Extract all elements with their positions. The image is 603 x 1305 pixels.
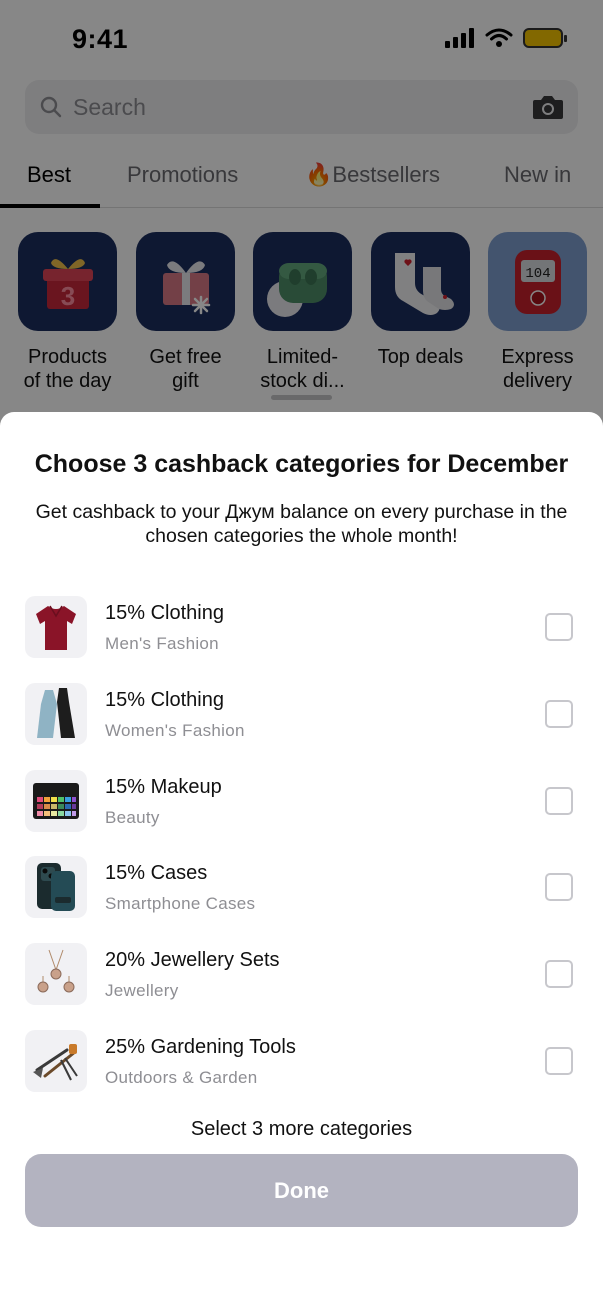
eyeshadow-palette-icon	[25, 770, 87, 832]
category-checkbox[interactable]	[545, 787, 573, 815]
category-title: 15% Clothing	[105, 602, 224, 624]
done-button[interactable]: Done	[25, 1154, 578, 1227]
category-checkbox[interactable]	[545, 960, 573, 988]
category-title: 15% Clothing	[105, 689, 224, 711]
category-subtitle: Men's Fashion	[105, 634, 219, 653]
category-title: 15% Cases	[105, 862, 208, 884]
jewellery-set-icon	[25, 943, 87, 1005]
category-row-mens-clothing[interactable]: 15% Clothing Men's Fashion	[0, 584, 603, 671]
category-checkbox[interactable]	[545, 873, 573, 901]
category-row-jewellery-sets[interactable]: 20% Jewellery Sets Jewellery	[0, 931, 603, 1018]
phone-case-icon	[25, 856, 87, 918]
category-row-gardening-tools[interactable]: 25% Gardening Tools Outdoors & Garden	[0, 1018, 603, 1105]
category-subtitle: Women's Fashion	[105, 721, 245, 740]
garden-tools-icon	[25, 1030, 87, 1092]
category-title: 15% Makeup	[105, 776, 222, 798]
selection-hint: Select 3 more categories	[190, 1118, 413, 1140]
category-row-makeup[interactable]: 15% Makeup Beauty	[0, 758, 603, 845]
category-subtitle: Outdoors & Garden	[105, 1068, 258, 1087]
sheet-subtitle: Get cashback to your Джум balance on eve…	[35, 501, 568, 547]
category-row-cases[interactable]: 15% Cases Smartphone Cases	[0, 844, 603, 931]
category-subtitle: Beauty	[105, 808, 160, 827]
category-subtitle: Smartphone Cases	[105, 894, 256, 913]
category-title: 20% Jewellery Sets	[105, 949, 280, 971]
category-checkbox[interactable]	[545, 700, 573, 728]
category-title: 25% Gardening Tools	[105, 1036, 296, 1058]
category-subtitle: Jewellery	[105, 981, 179, 1000]
category-checkbox[interactable]	[545, 613, 573, 641]
category-row-womens-clothing[interactable]: 15% Clothing Women's Fashion	[0, 671, 603, 758]
category-checkbox[interactable]	[545, 1047, 573, 1075]
dresses-icon	[25, 683, 87, 745]
sheet-title: Choose 3 cashback categories for Decembe…	[34, 450, 569, 478]
polo-shirt-icon	[25, 596, 87, 658]
